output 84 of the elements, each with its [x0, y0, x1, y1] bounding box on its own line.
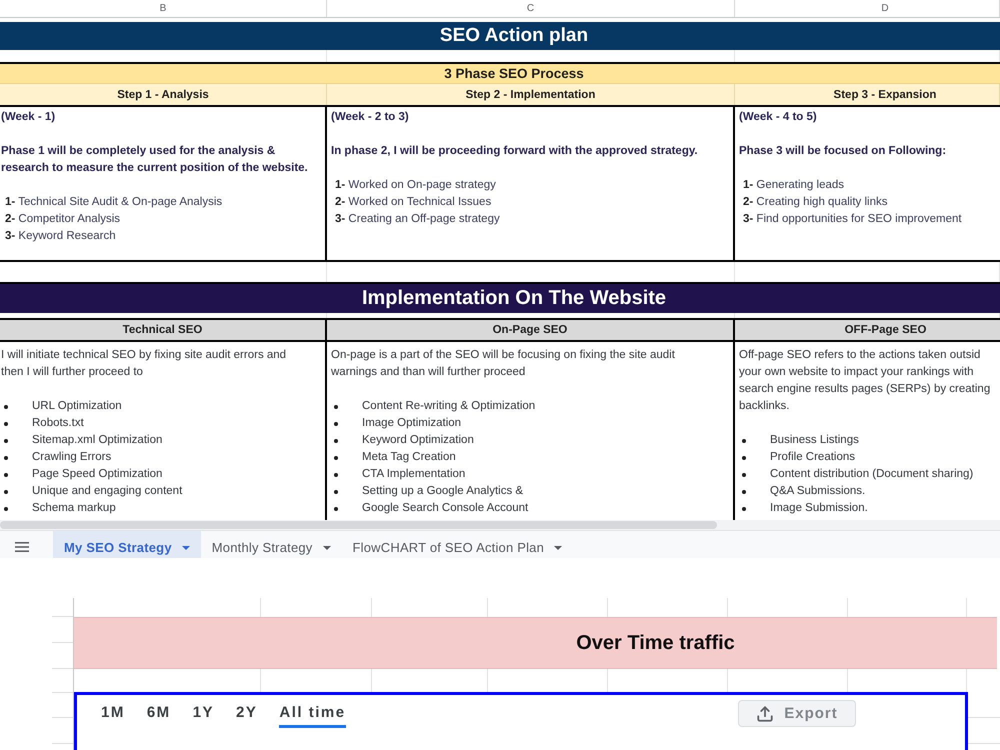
step-heading: Step 2 - Implementation	[327, 84, 735, 105]
list-item: URL Optimization	[32, 399, 122, 414]
section-description: Off-page SEO refers to the actions taken outsid your own website to impact your rankings with search engine results pages (SERPs) by creating backlinks.	[739, 348, 990, 414]
sheet-tab[interactable]: FlowCHART of SEO Action Plan	[342, 531, 574, 558]
list-item: Profile Creations	[770, 450, 856, 465]
column-header[interactable]: D	[735, 0, 1000, 17]
bullet-icon	[4, 438, 8, 442]
bullet-icon	[742, 490, 746, 494]
scrollbar-thumb[interactable]	[0, 521, 717, 529]
step-item: 3- Find opportunities for SEO improvement	[742, 212, 962, 227]
bullet-icon	[4, 404, 8, 408]
bullet-icon	[334, 422, 338, 426]
sheet-tab[interactable]: My SEO Strategy	[53, 531, 201, 558]
step-heading: Step 1 - Analysis	[0, 84, 327, 105]
range-tab[interactable]: 6M	[146, 704, 171, 728]
bullet-icon	[334, 438, 338, 442]
bullet-icon	[4, 490, 8, 494]
caret-icon[interactable]	[322, 546, 331, 550]
list-item: Content Re-writing & Optimization	[362, 399, 536, 414]
step-item: 3- Keyword Research	[4, 229, 116, 244]
section-heading: Technical SEO	[0, 320, 327, 340]
bullet-icon	[4, 456, 8, 460]
bullet-icon	[742, 456, 746, 460]
bullet-icon	[4, 472, 8, 476]
section-heading: OFF-Page SEO	[735, 320, 1000, 340]
bullet-icon	[334, 472, 338, 476]
bullet-icon	[742, 472, 746, 476]
list-item: Image Optimization	[362, 416, 462, 431]
export-button[interactable]: Export	[738, 700, 856, 727]
week-label: (Week - 2 to 3)	[331, 110, 409, 125]
bullet-icon	[742, 438, 746, 442]
week-label: (Week - 4 to 5)	[739, 110, 817, 125]
list-item: Setting up a Google Analytics &	[362, 484, 524, 499]
section-description: I will initiate technical SEO by fixing site audit errors and then I will further proceed to	[1, 348, 286, 380]
list-item: Unique and engaging content	[32, 484, 182, 499]
list-item: Google Search Console Account	[362, 501, 528, 516]
step-item: 2- Worked on Technical Issues	[334, 195, 492, 210]
caret-icon[interactable]	[182, 546, 190, 550]
bullet-icon	[334, 506, 338, 510]
bullet-icon	[334, 490, 338, 494]
traffic-banner: Over Time traffic	[74, 617, 997, 669]
bullet-icon	[334, 456, 338, 460]
list-item: Page Speed Optimization	[32, 467, 162, 482]
list-item: Crawling Errors	[32, 450, 112, 465]
step-item: 1- Generating leads	[742, 178, 844, 193]
sheet-tab[interactable]: Monthly Strategy	[200, 531, 342, 558]
bullet-icon	[334, 404, 338, 408]
process-title: 3 Phase SEO Process	[0, 62, 1000, 84]
bullet-icon	[4, 422, 8, 426]
upload-icon	[756, 704, 774, 722]
range-tab[interactable]: 1M	[101, 704, 125, 728]
week-label: (Week - 1)	[1, 110, 56, 125]
section-title: Implementation On The Website	[0, 282, 1000, 313]
menu-icon[interactable]	[15, 542, 29, 552]
list-item: Schema markup	[32, 501, 116, 516]
list-item: Meta Tag Creation	[362, 450, 456, 465]
list-item: Keyword Optimization	[362, 433, 474, 448]
step-item: 2- Creating high quality links	[742, 195, 888, 210]
list-item: Image Submission.	[770, 501, 868, 516]
step-item: 2- Competitor Analysis	[4, 212, 120, 227]
step-item: 1- Technical Site Audit & On-page Analysis	[4, 195, 222, 210]
phase-description: In phase 2, I will be proceeding forward with the approved strategy.	[331, 144, 698, 159]
column-header[interactable]: B	[0, 0, 327, 17]
step-heading: Step 3 - Expansion	[735, 84, 1000, 105]
phase-description: Phase 3 will be focused on Following:	[739, 144, 946, 159]
range-tab[interactable]: 2Y	[236, 704, 258, 728]
caret-icon[interactable]	[554, 546, 562, 550]
list-item: Sitemap.xml Optimization	[32, 433, 162, 448]
bullet-icon	[4, 506, 8, 510]
step-item: 1- Worked on On-page strategy	[334, 178, 496, 193]
sheet-title: SEO Action plan	[0, 22, 1000, 50]
list-item: Content distribution (Document sharing)	[770, 467, 974, 482]
bullet-icon	[742, 506, 746, 510]
section-description: On-page is a part of the SEO will be focusing on fixing the site audit warnings and than will further proceed	[331, 348, 675, 380]
section-heading: On-Page SEO	[327, 320, 735, 340]
phase-description: Phase 1 will be completely used for the analysis & research to measure the current position of the website.	[1, 144, 308, 176]
range-tab[interactable]: All time	[279, 704, 346, 728]
list-item: CTA Implementation	[362, 467, 466, 482]
list-item: Robots.txt	[32, 416, 84, 431]
column-header[interactable]: C	[327, 0, 735, 17]
range-tab[interactable]: 1Y	[192, 704, 214, 728]
list-item: Business Listings	[770, 433, 859, 448]
step-item: 3- Creating an Off-page strategy	[334, 212, 500, 227]
list-item: Q&A Submissions.	[770, 484, 866, 499]
